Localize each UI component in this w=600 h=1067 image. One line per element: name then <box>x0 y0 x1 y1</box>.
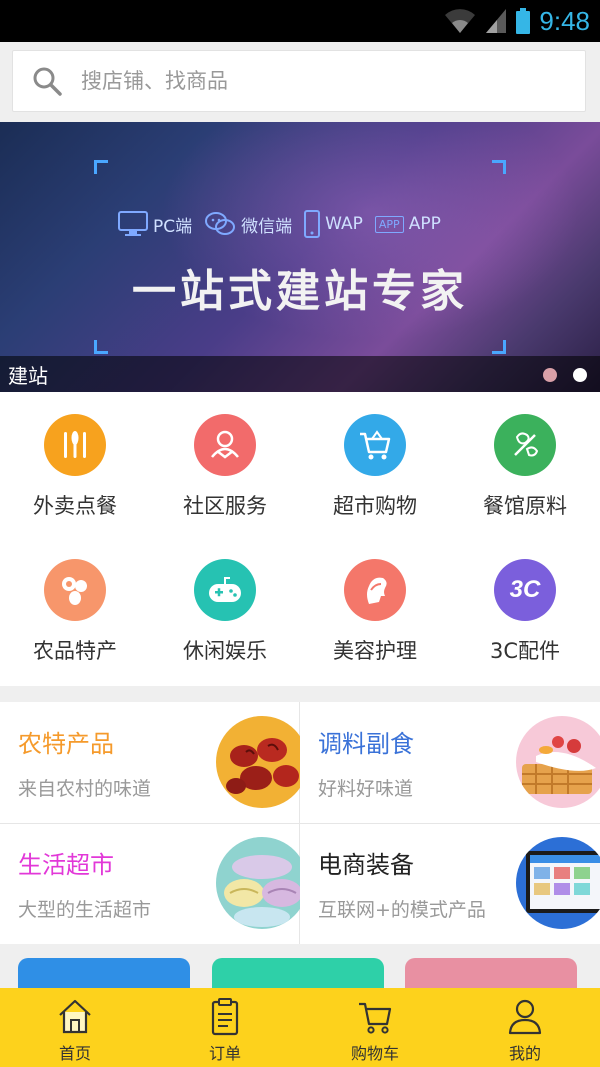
category-3c[interactable]: 3C 3C配件 <box>450 539 600 686</box>
platform-label: PC端 <box>153 216 193 237</box>
cart-icon <box>359 1002 392 1034</box>
3c-badge: 3C <box>509 576 541 603</box>
category-label: 餐馆原料 <box>483 494 567 518</box>
tab-profile[interactable]: 我的 <box>450 988 600 1067</box>
category-entertainment[interactable]: 休闲娱乐 <box>150 539 300 686</box>
promo-title: 农特产品 <box>18 730 114 758</box>
dates-image <box>216 716 300 808</box>
banner-frame-corner <box>492 160 506 174</box>
promo-supermarket[interactable]: 生活超市 大型的生活超市 <box>0 823 300 944</box>
search-box[interactable] <box>12 50 586 112</box>
category-ingredients[interactable]: 餐馆原料 <box>450 392 600 539</box>
platform-label: WAP <box>325 214 363 234</box>
signal-icon <box>486 9 507 33</box>
utensils-icon <box>44 414 106 476</box>
banner-caption: 建站 <box>8 364 48 388</box>
category-beauty[interactable]: 美容护理 <box>300 539 450 686</box>
carousel-dot[interactable] <box>543 368 557 382</box>
search-bar <box>0 42 600 122</box>
tab-orders[interactable]: 订单 <box>150 988 300 1067</box>
wifi-icon <box>445 9 476 33</box>
feature-cards <box>0 944 600 998</box>
tab-home[interactable]: 首页 <box>0 988 150 1067</box>
bottom-tab-bar: 首页 订单 购物车 我的 <box>0 988 600 1067</box>
platform-label: 微信端 <box>241 216 293 237</box>
community-icon <box>194 414 256 476</box>
towels-image <box>216 837 300 929</box>
banner-caption-bar: 建站 <box>0 356 600 392</box>
waffle-image <box>516 716 600 808</box>
phone-icon <box>304 210 321 238</box>
monitor-icon <box>118 211 148 236</box>
battery-icon <box>516 8 531 34</box>
promo-grid: 农特产品 来自农村的味道 调料副食 好料好味道 生活超市 大型的生活超市 电商装… <box>0 702 600 944</box>
promo-ecommerce-gear[interactable]: 电商装备 互联网+的模式产品 <box>300 823 600 944</box>
promo-title: 电商装备 <box>318 851 414 879</box>
tab-label: 我的 <box>508 1044 541 1063</box>
category-label: 超市购物 <box>333 494 417 518</box>
user-icon <box>508 999 542 1035</box>
promo-title: 调料副食 <box>318 730 414 758</box>
gamepad-icon <box>194 559 256 621</box>
platform-label: APP <box>408 214 441 234</box>
promo-subtitle: 好料好味道 <box>318 778 414 800</box>
status-time: 9:48 <box>539 5 590 36</box>
promo-subtitle: 互联网+的模式产品 <box>318 899 486 921</box>
cart-icon <box>344 414 406 476</box>
promo-farm-products[interactable]: 农特产品 来自农村的味道 <box>0 702 300 823</box>
home-icon <box>59 999 91 1034</box>
banner-frame-corner <box>492 340 506 354</box>
category-label: 外卖点餐 <box>33 494 117 518</box>
category-label: 3C配件 <box>489 639 561 663</box>
category-grid: 外卖点餐 社区服务 超市购物 餐馆原料 农品特产 休闲娱乐 美容护理 3C 3C… <box>0 392 600 686</box>
platform-pc: PC端 <box>118 211 192 237</box>
tab-label: 首页 <box>58 1044 91 1063</box>
category-takeout[interactable]: 外卖点餐 <box>0 392 150 539</box>
platform-wap: WAP <box>304 210 363 238</box>
promo-subtitle: 大型的生活超市 <box>18 899 152 921</box>
promo-seasonings[interactable]: 调料副食 好料好味道 <box>300 702 600 823</box>
tab-label: 订单 <box>208 1044 241 1063</box>
platform-app: APP APP <box>374 214 441 234</box>
status-icons: 9:48 <box>443 0 590 42</box>
banner-platforms: PC端 微信端 WAP APP APP <box>118 208 441 240</box>
category-label: 农品特产 <box>33 639 117 663</box>
promo-subtitle: 来自农村的味道 <box>18 778 152 800</box>
app-screen: 9:48 PC端 微信端 WAP APP <box>0 0 600 1067</box>
promo-title: 生活超市 <box>18 851 114 879</box>
produce-icon <box>44 559 106 621</box>
category-label: 社区服务 <box>183 494 267 518</box>
laptop-image <box>516 837 600 929</box>
app-badge-icon: APP <box>374 215 404 233</box>
ingredients-icon <box>494 414 556 476</box>
status-bar: 9:48 <box>0 0 600 42</box>
category-label: 美容护理 <box>333 639 417 663</box>
search-icon <box>33 67 62 96</box>
banner-frame-corner <box>94 340 108 354</box>
platform-wechat: 微信端 <box>204 210 292 238</box>
category-supermarket[interactable]: 超市购物 <box>300 392 450 539</box>
clipboard-icon <box>211 998 239 1036</box>
category-produce[interactable]: 农品特产 <box>0 539 150 686</box>
3c-icon: 3C <box>494 559 556 621</box>
search-input[interactable] <box>81 69 541 93</box>
tab-cart[interactable]: 购物车 <box>300 988 450 1067</box>
wechat-icon <box>205 212 236 235</box>
carousel-dot-active[interactable] <box>573 368 587 382</box>
beauty-icon <box>344 559 406 621</box>
banner-frame-corner <box>94 160 108 174</box>
category-community[interactable]: 社区服务 <box>150 392 300 539</box>
tab-label: 购物车 <box>350 1044 399 1063</box>
category-label: 休闲娱乐 <box>183 639 267 663</box>
banner-slogan: 一站式建站专家 <box>132 266 468 317</box>
